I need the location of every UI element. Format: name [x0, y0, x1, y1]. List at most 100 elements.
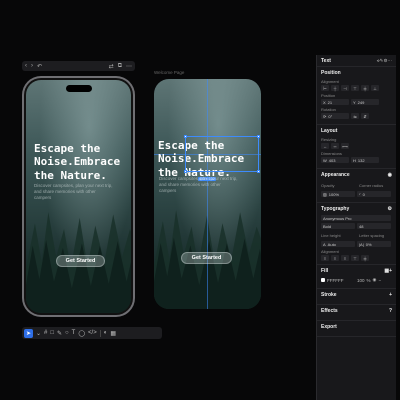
comment-tool-icon[interactable]: ◯: [78, 330, 85, 337]
section-title: Position: [321, 70, 341, 76]
fill-section: Fill ▦ + FFFFFF 100 % ◉ −: [317, 265, 396, 289]
help-icon[interactable]: ?: [389, 308, 392, 314]
align-middle-icon[interactable]: ╪: [361, 85, 369, 91]
font-weight-select[interactable]: Bold: [321, 223, 355, 229]
dimensions-label: Dimensions: [321, 151, 342, 156]
rotation-input[interactable]: ⟳ 0°: [321, 113, 349, 119]
opacity-input[interactable]: ▨ 100%: [321, 191, 355, 197]
corner-radius-input[interactable]: ◜ 0: [357, 191, 391, 197]
layout-section: Layout Resizing ↔ ⇿ ⟷ Dimensions W 403 H1…: [317, 125, 396, 169]
letter-spacing-input[interactable]: |A| 0%: [357, 241, 391, 247]
fill-opacity[interactable]: 100: [357, 278, 365, 283]
rotation-label: Rotation: [321, 107, 336, 112]
hero-headline: Escape the Noise.Embrace the Nature.: [34, 142, 121, 182]
stroke-section[interactable]: Stroke +: [317, 289, 396, 305]
typography-section: Typography ⚙ Anonymous Pro Bold 48 Line h…: [317, 203, 396, 265]
align-bottom-icon[interactable]: ⊥: [371, 85, 379, 91]
duplicate-icon[interactable]: ⧉: [118, 63, 122, 70]
line-height-label: Line height: [321, 233, 341, 238]
height-input[interactable]: H 132: [351, 157, 379, 163]
fill-opacity-unit: %: [366, 277, 371, 283]
resize-fixed-icon[interactable]: ↔: [321, 143, 329, 149]
flip-vertical-icon[interactable]: ⇵: [361, 113, 369, 119]
forest-background: Escape the Noise.Embrace the Nature. 403…: [154, 79, 261, 309]
frame-tool-icon[interactable]: #: [44, 330, 47, 336]
back-icon[interactable]: ‹: [25, 63, 27, 69]
bottom-toolbar: ➤ ⌄ # □ ✎ ○ T ◯ </> ◐ ▦: [22, 327, 162, 339]
undo-icon[interactable]: ↶: [37, 63, 42, 70]
appearance-section: Appearance ◉ Opacity Corner radius ▨ 100% …: [317, 169, 396, 203]
forward-icon[interactable]: ›: [31, 63, 33, 69]
hero-subtext[interactable]: Discover campsites, plan your next trip,…: [159, 176, 239, 194]
dev-mode-icon[interactable]: ◐: [104, 330, 108, 336]
add-icon[interactable]: +: [389, 292, 392, 298]
frame-label[interactable]: Welcome Page: [154, 70, 184, 75]
eye-icon[interactable]: ◉: [388, 172, 392, 178]
y-input[interactable]: Y 249: [351, 99, 379, 105]
chevron-down-icon[interactable]: ⌄: [36, 330, 41, 337]
panel-title: Text: [321, 57, 331, 64]
add-icon[interactable]: +: [389, 268, 392, 274]
more-icon[interactable]: ⋯: [126, 63, 132, 70]
text-align-left-icon[interactable]: ≡: [321, 255, 329, 261]
pen-tool-icon[interactable]: ✎: [57, 330, 62, 337]
position-label: Position: [321, 93, 336, 98]
export-section[interactable]: Export: [317, 321, 396, 337]
center-guide-line: [207, 79, 208, 309]
properties-panel: Text ⟡ ✎ ⚙ ⋯ Position Alignment ⊢ ┼ ⊣ ⊤ …: [316, 55, 396, 400]
text-alignment-label: Alignment: [321, 249, 339, 254]
section-title: Effects: [321, 308, 338, 314]
fill-swatch[interactable]: [321, 278, 325, 282]
fill-hex[interactable]: FFFFFF: [327, 278, 355, 283]
code-tool-icon[interactable]: </>: [88, 330, 97, 336]
x-input[interactable]: X 21: [321, 99, 349, 105]
resize-handle[interactable]: [257, 170, 260, 173]
hero-subtext: Discover campsites, plan your next trip,…: [34, 183, 113, 200]
layout-icon[interactable]: ▦: [110, 330, 116, 337]
text-align-center-icon[interactable]: ≡: [331, 255, 339, 261]
section-title: Export: [321, 324, 337, 330]
swap-icon[interactable]: ⇄: [109, 63, 114, 70]
text-tool-icon[interactable]: T: [72, 330, 76, 336]
section-title: Layout: [321, 128, 338, 134]
remove-icon[interactable]: −: [378, 278, 381, 283]
resize-handle[interactable]: [257, 135, 260, 138]
section-title: Stroke: [321, 292, 337, 298]
move-tool-icon[interactable]: ➤: [24, 328, 33, 338]
width-input[interactable]: W 403: [321, 157, 349, 163]
corner-radius-label: Corner radius: [359, 183, 384, 188]
resize-fill-icon[interactable]: ⟷: [341, 143, 349, 149]
alignment-label: Alignment: [321, 79, 339, 84]
get-started-button[interactable]: Get Started: [56, 255, 105, 267]
selection-box[interactable]: [184, 135, 260, 173]
line-height-input[interactable]: A Auto: [321, 241, 355, 247]
section-title: Appearance: [321, 172, 350, 178]
resize-handle[interactable]: [184, 135, 187, 138]
position-section: Position Alignment ⊢ ┼ ⊣ ⊤ ╪ ⊥ Position …: [317, 67, 396, 125]
more-icon[interactable]: ⋯: [388, 58, 393, 64]
resize-handle[interactable]: [184, 170, 187, 173]
text-align-middle-icon[interactable]: ╪: [361, 255, 369, 261]
align-top-icon[interactable]: ⊤: [351, 85, 359, 91]
design-canvas: ‹ › ↶ ⇄ ⧉ ⋯ Escape the Noise.Embrace the…: [0, 0, 400, 400]
resize-hug-icon[interactable]: ⇿: [331, 143, 339, 149]
forest-background: Escape the Noise.Embrace the Nature. Dis…: [26, 80, 131, 313]
section-title: Fill: [321, 268, 329, 274]
rectangle-tool-icon[interactable]: □: [50, 330, 54, 336]
text-align-right-icon[interactable]: ≡: [341, 255, 349, 261]
type-settings-icon[interactable]: ⚙: [388, 206, 392, 212]
get-started-button[interactable]: Get Started: [181, 252, 232, 264]
font-family-select[interactable]: Anonymous Pro: [321, 215, 391, 221]
font-size-input[interactable]: 48: [357, 223, 391, 229]
flip-icon[interactable]: ⇋: [351, 113, 359, 119]
align-left-icon[interactable]: ⊢: [321, 85, 329, 91]
preview-toolbar: ‹ › ↶ ⇄ ⧉ ⋯: [22, 61, 135, 71]
ellipse-tool-icon[interactable]: ○: [65, 330, 69, 336]
align-center-icon[interactable]: ┼: [331, 85, 339, 91]
welcome-page-frame[interactable]: Escape the Noise.Embrace the Nature. 403…: [154, 79, 261, 309]
align-right-icon[interactable]: ⊣: [341, 85, 349, 91]
effects-section[interactable]: Effects?: [317, 305, 396, 321]
text-align-top-icon[interactable]: ⊤: [351, 255, 359, 261]
eye-icon[interactable]: ◉: [373, 277, 377, 283]
phone-mockup: Escape the Noise.Embrace the Nature. Dis…: [22, 76, 135, 317]
